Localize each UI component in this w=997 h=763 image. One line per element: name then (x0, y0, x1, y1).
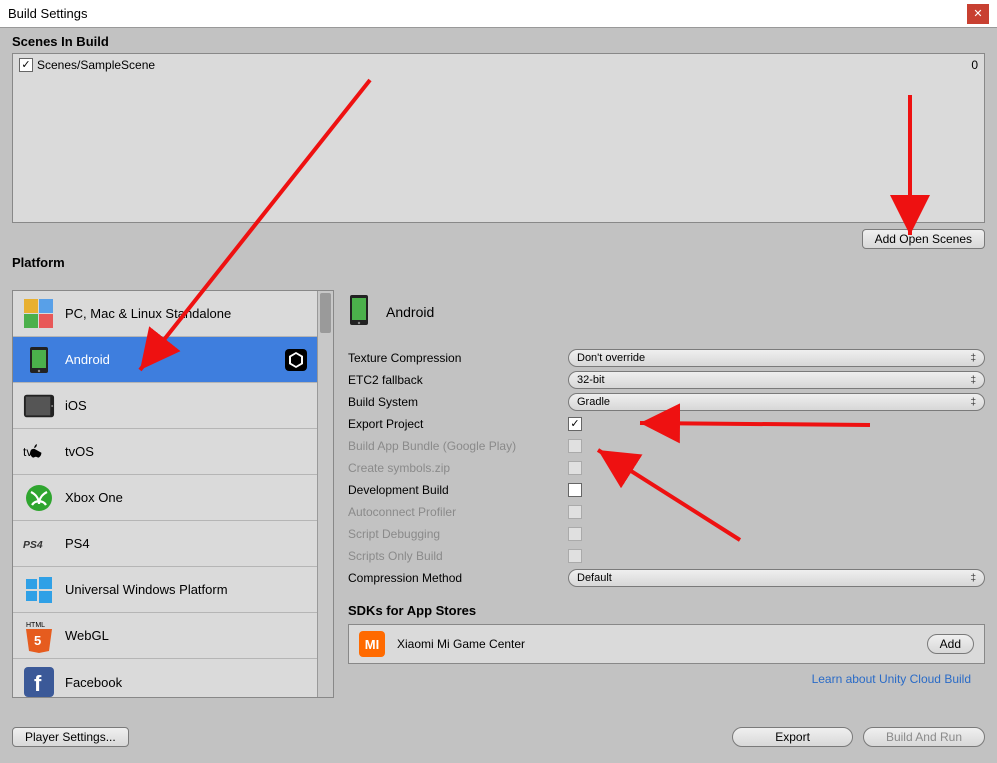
chevron-updown-icon (970, 352, 976, 364)
facebook-icon: f (23, 666, 55, 698)
platform-item-webgl[interactable]: HTML 5 WebGL (13, 613, 317, 659)
window-title: Build Settings (8, 6, 88, 21)
create-symbols-checkbox (568, 461, 582, 475)
scripts-only-label: Scripts Only Build (348, 549, 568, 563)
platform-label-xbox: Xbox One (65, 490, 123, 505)
scene-index: 0 (971, 58, 978, 72)
etc2-fallback-label: ETC2 fallback (348, 373, 568, 387)
svg-text:f: f (34, 671, 42, 696)
ios-icon (23, 390, 55, 422)
standalone-icon (23, 298, 55, 330)
platform-label-facebook: Facebook (65, 675, 122, 690)
platform-label: Platform (0, 249, 997, 274)
android-icon (23, 344, 55, 376)
texture-compression-value: Don't override (577, 352, 645, 364)
build-system-dropdown[interactable]: Gradle (568, 393, 985, 411)
texture-compression-dropdown[interactable]: Don't override (568, 349, 985, 367)
chevron-updown-icon (970, 374, 976, 386)
texture-compression-label: Texture Compression (348, 351, 568, 365)
svg-text:HTML: HTML (26, 622, 45, 629)
development-build-label: Development Build (348, 483, 568, 497)
etc2-fallback-dropdown[interactable]: 32-bit (568, 371, 985, 389)
ps4-icon: PS4 (23, 528, 55, 560)
export-button[interactable]: Export (732, 727, 853, 747)
autoconnect-profiler-label: Autoconnect Profiler (348, 505, 568, 519)
platform-item-android[interactable]: Android (13, 337, 317, 383)
platform-label-ps4: PS4 (65, 536, 90, 551)
export-project-label: Export Project (348, 417, 568, 431)
platform-item-standalone[interactable]: PC, Mac & Linux Standalone (13, 291, 317, 337)
config-platform-name: Android (386, 304, 434, 320)
development-build-checkbox[interactable] (568, 483, 582, 497)
platform-item-ios[interactable]: iOS (13, 383, 317, 429)
sdk-item-xiaomi: MI Xiaomi Mi Game Center Add (348, 624, 985, 664)
scrollbar-thumb[interactable] (320, 293, 331, 333)
close-button[interactable]: ✕ (967, 4, 989, 24)
config-header: Android (348, 294, 985, 329)
close-icon: ✕ (973, 7, 982, 20)
build-system-value: Gradle (577, 396, 610, 408)
platform-label-tvos: tvOS (65, 444, 94, 459)
platform-item-uwp[interactable]: Universal Windows Platform (13, 567, 317, 613)
xbox-icon (23, 482, 55, 514)
add-open-scenes-button[interactable]: Add Open Scenes (862, 229, 985, 249)
sdk-add-button[interactable]: Add (927, 634, 974, 654)
platform-item-ps4[interactable]: PS4 PS4 (13, 521, 317, 567)
build-and-run-button: Build And Run (863, 727, 985, 747)
webgl-icon: HTML 5 (23, 620, 55, 652)
platform-label-uwp: Universal Windows Platform (65, 582, 228, 597)
script-debugging-label: Script Debugging (348, 527, 568, 541)
sdks-label: SDKs for App Stores (348, 603, 985, 618)
create-symbols-label: Create symbols.zip (348, 461, 568, 475)
platform-item-xbox[interactable]: Xbox One (13, 475, 317, 521)
platform-label-webgl: WebGL (65, 628, 109, 643)
scripts-only-checkbox (568, 549, 582, 563)
chevron-updown-icon (970, 396, 976, 408)
scrollbar[interactable] (317, 291, 333, 697)
xiaomi-icon: MI (359, 631, 385, 657)
uwp-icon (23, 574, 55, 606)
scene-row[interactable]: Scenes/SampleScene 0 (19, 58, 978, 72)
compression-method-dropdown[interactable]: Default (568, 569, 985, 587)
svg-text:PS4: PS4 (23, 540, 43, 551)
scenes-list[interactable]: Scenes/SampleScene 0 (12, 53, 985, 223)
etc2-fallback-value: 32-bit (577, 374, 605, 386)
unity-logo-icon (285, 349, 307, 371)
platform-label-ios: iOS (65, 398, 87, 413)
build-system-label: Build System (348, 395, 568, 409)
platform-item-tvos[interactable]: tv tvOS (13, 429, 317, 475)
autoconnect-profiler-checkbox (568, 505, 582, 519)
compression-method-label: Compression Method (348, 571, 568, 585)
build-app-bundle-label: Build App Bundle (Google Play) (348, 439, 568, 453)
player-settings-button[interactable]: Player Settings... (12, 727, 129, 747)
svg-text:5: 5 (34, 633, 41, 648)
tvos-icon: tv (23, 436, 55, 468)
scenes-in-build-label: Scenes In Build (0, 28, 997, 53)
cloud-build-link[interactable]: Learn about Unity Cloud Build (348, 672, 971, 686)
sdk-item-name: Xiaomi Mi Game Center (397, 637, 525, 651)
script-debugging-checkbox (568, 527, 582, 541)
platform-list[interactable]: PC, Mac & Linux Standalone Android iOS (12, 290, 334, 698)
compression-method-value: Default (577, 572, 612, 584)
scene-name: Scenes/SampleScene (37, 58, 155, 72)
scene-checkbox[interactable] (19, 58, 33, 72)
android-icon (348, 294, 370, 329)
platform-label-standalone: PC, Mac & Linux Standalone (65, 306, 231, 321)
platform-item-facebook[interactable]: f Facebook (13, 659, 317, 698)
build-app-bundle-checkbox (568, 439, 582, 453)
titlebar: Build Settings ✕ (0, 0, 997, 28)
platform-label-android: Android (65, 352, 110, 367)
export-project-checkbox[interactable] (568, 417, 582, 431)
chevron-updown-icon (970, 572, 976, 584)
